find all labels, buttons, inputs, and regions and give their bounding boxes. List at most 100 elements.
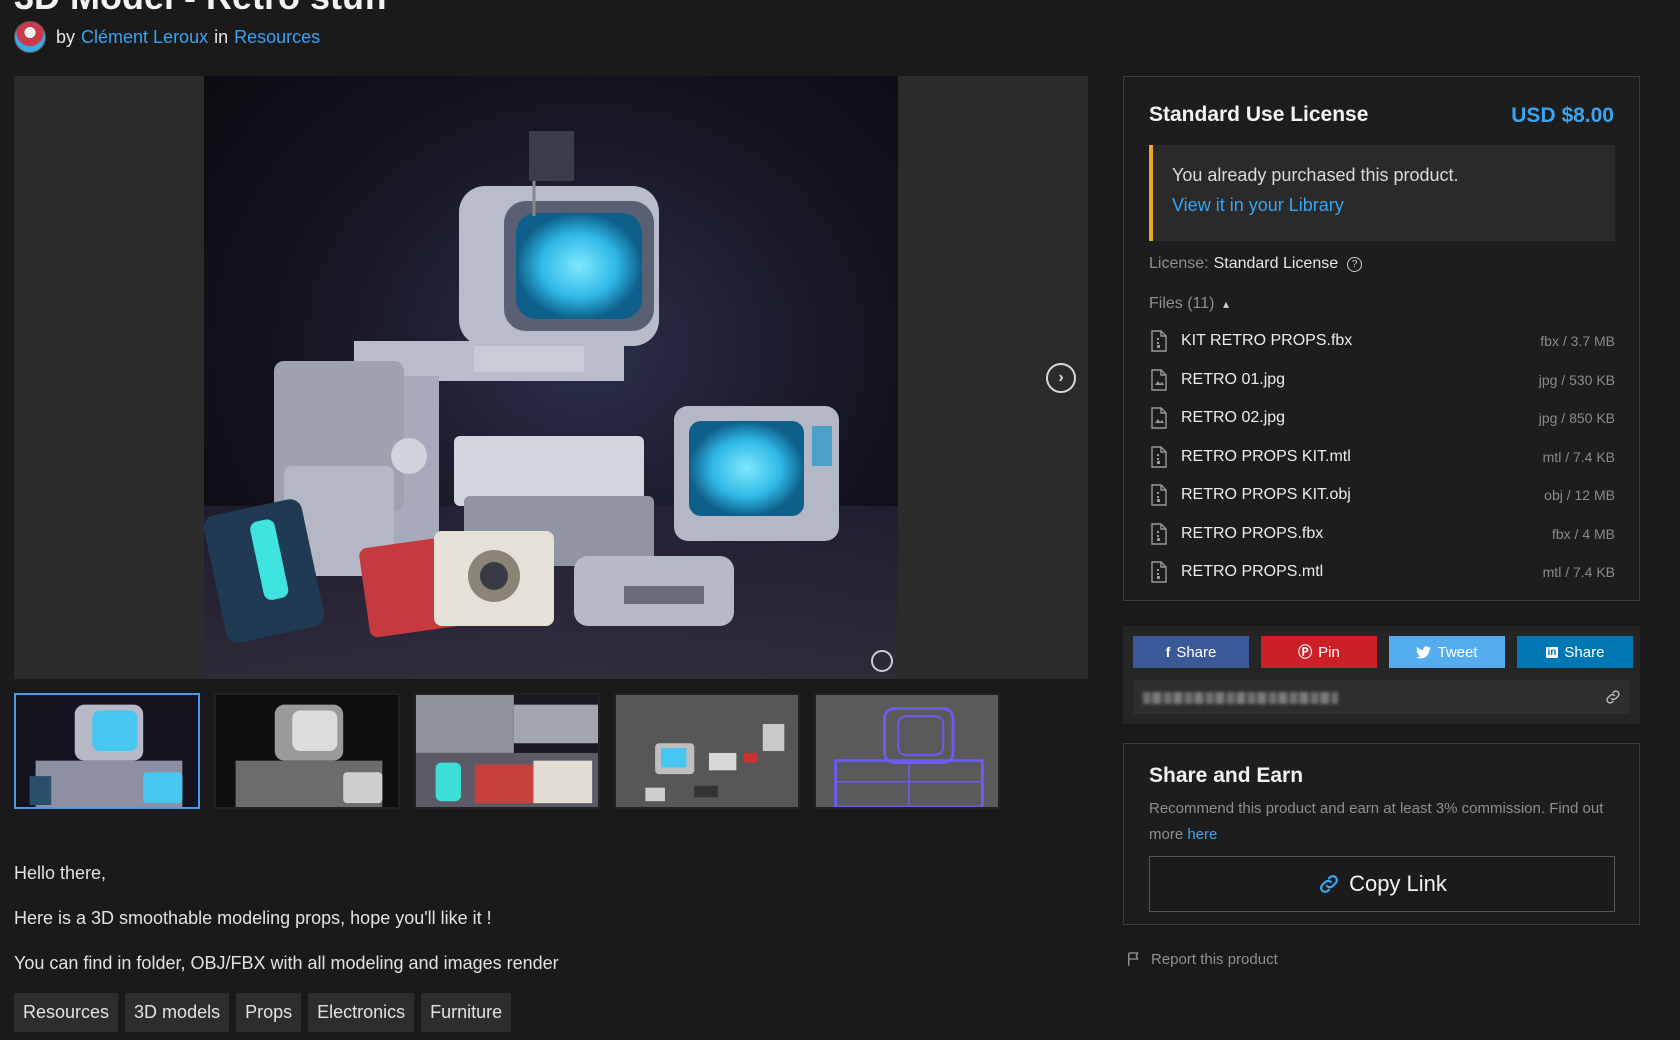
report-label: Report this product xyxy=(1151,950,1278,968)
file-row[interactable]: RETRO PROPS.fbx fbx / 4 MB xyxy=(1149,515,1615,554)
file-row[interactable]: RETRO PROPS KIT.obj obj / 12 MB xyxy=(1149,476,1615,515)
file-row[interactable]: RETRO PROPS KIT.mtl mtl / 7.4 KB xyxy=(1149,438,1615,477)
purchased-text: You already purchased this product. xyxy=(1172,165,1459,185)
license-label: License: xyxy=(1149,255,1209,272)
file-meta: fbx / 4 MB xyxy=(1551,525,1615,542)
image-file-icon xyxy=(1151,407,1167,429)
facebook-icon: f xyxy=(1165,644,1171,660)
chevron-up-icon: ▴ xyxy=(1222,297,1229,311)
file-row[interactable]: KIT RETRO PROPS.fbx fbx / 3.7 MB xyxy=(1149,322,1615,361)
linkedin-icon: in xyxy=(1545,646,1559,658)
page-title: 3D Model - Retro stuff xyxy=(14,0,388,18)
link-icon[interactable] xyxy=(1604,688,1622,706)
link-icon xyxy=(1320,875,1339,893)
library-link[interactable]: View it in your Library xyxy=(1172,195,1344,215)
earn-title: Share and Earn xyxy=(1149,764,1304,787)
share-link-field[interactable] xyxy=(1133,680,1630,714)
report-product-link[interactable]: Report this product xyxy=(1125,950,1278,968)
file-meta: mtl / 7.4 KB xyxy=(1542,448,1615,465)
author-link[interactable]: Clément Leroux xyxy=(81,27,208,48)
blurred-link-text xyxy=(1143,692,1338,704)
thumbnail-3[interactable] xyxy=(414,693,600,809)
thumbnail-1[interactable] xyxy=(14,693,200,809)
image-gallery: › xyxy=(14,76,1088,679)
product-description: Hello there, Here is a 3D smoothable mod… xyxy=(14,860,559,995)
share-buttons: f Share Ⓟ Pin Tweet in Share xyxy=(1133,636,1633,668)
description-paragraph: Hello there, xyxy=(14,863,107,883)
earn-description: Recommend this product and earn at least… xyxy=(1149,796,1619,848)
thumbnail-2[interactable] xyxy=(214,693,400,809)
file-meta: jpg / 850 KB xyxy=(1538,410,1615,427)
file-row[interactable]: RETRO 01.jpg jpg / 530 KB xyxy=(1149,361,1615,400)
next-image-button[interactable]: › xyxy=(1046,363,1076,393)
file-name: RETRO 01.jpg xyxy=(1181,370,1286,388)
pinterest-icon: Ⓟ xyxy=(1298,644,1313,660)
license-type-line: License: Standard License ? xyxy=(1149,255,1363,273)
earn-here-link[interactable]: here xyxy=(1187,826,1217,843)
by-prefix: by xyxy=(56,26,76,47)
tag-resources[interactable]: Resources xyxy=(14,993,119,1032)
byline: by Clément Leroux in Resources xyxy=(14,21,320,53)
tag-furniture[interactable]: Furniture xyxy=(421,993,512,1032)
license-price: USD $8.00 xyxy=(1511,104,1614,127)
thumbnail-4-image xyxy=(616,695,798,807)
file-row[interactable]: RETRO PROPS.mtl mtl / 7.4 KB xyxy=(1149,553,1615,592)
thumbnail-4[interactable] xyxy=(614,693,800,809)
author-avatar[interactable] xyxy=(14,21,46,53)
linkedin-share-button[interactable]: in Share xyxy=(1517,636,1633,668)
file-meta: obj / 12 MB xyxy=(1544,487,1615,504)
file-meta: jpg / 530 KB xyxy=(1538,371,1615,388)
file-icon xyxy=(1151,561,1167,583)
file-icon xyxy=(1151,446,1167,468)
files-toggle[interactable]: Files (11) ▴ xyxy=(1149,295,1229,313)
category-link[interactable]: Resources xyxy=(234,27,320,48)
main-product-image[interactable] xyxy=(204,76,898,679)
license-panel: Standard Use License USD $8.00 You alrea… xyxy=(1123,76,1640,601)
file-icon xyxy=(1151,484,1167,506)
file-name: KIT RETRO PROPS.fbx xyxy=(1181,332,1353,350)
thumbnail-5[interactable] xyxy=(814,693,1000,809)
facebook-share-button[interactable]: f Share xyxy=(1133,636,1249,668)
file-list: KIT RETRO PROPS.fbx fbx / 3.7 MB RETRO 01.… xyxy=(1149,322,1615,592)
file-name: RETRO PROPS.mtl xyxy=(1181,563,1324,581)
purchased-notice: You already purchased this product. View… xyxy=(1149,145,1615,241)
copy-link-label: Copy Link xyxy=(1349,871,1447,896)
tag-electronics[interactable]: Electronics xyxy=(308,993,415,1032)
thumbnail-2-image xyxy=(216,695,398,807)
files-label: Files (11) xyxy=(1149,295,1215,312)
twitter-tweet-button[interactable]: Tweet xyxy=(1389,636,1505,668)
facebook-share-label: Share xyxy=(1176,643,1217,661)
file-row[interactable]: RETRO 02.jpg jpg / 850 KB xyxy=(1149,399,1615,438)
chevron-right-icon: › xyxy=(1058,369,1064,386)
linkedin-share-label: Share xyxy=(1564,643,1605,661)
copy-link-button[interactable]: Copy Link xyxy=(1149,856,1615,912)
description-paragraph: Here is a 3D smoothable modeling props, … xyxy=(14,908,492,928)
license-title: Standard Use License xyxy=(1149,103,1369,126)
in-word: in xyxy=(214,26,229,47)
file-meta: mtl / 7.4 KB xyxy=(1542,564,1615,581)
file-name: RETRO 02.jpg xyxy=(1181,409,1286,427)
pinterest-pin-button[interactable]: Ⓟ Pin xyxy=(1261,636,1377,668)
twitter-icon xyxy=(1416,645,1432,658)
retro-props-render xyxy=(204,131,898,679)
pinterest-pin-label: Pin xyxy=(1318,643,1340,661)
twitter-tweet-label: Tweet xyxy=(1437,643,1478,661)
flag-icon xyxy=(1128,952,1139,966)
image-file-icon xyxy=(1151,369,1167,391)
thumbnail-1-image xyxy=(16,695,198,807)
file-name: RETRO PROPS.fbx xyxy=(1181,524,1324,542)
thumbnail-strip xyxy=(14,693,1000,809)
help-icon[interactable]: ? xyxy=(1347,256,1363,272)
file-icon xyxy=(1151,523,1167,545)
license-value: Standard License xyxy=(1213,255,1339,272)
file-icon xyxy=(1151,330,1167,352)
file-name: RETRO PROPS KIT.mtl xyxy=(1181,447,1351,465)
thumbnail-3-image xyxy=(416,695,598,807)
thumbnail-5-image xyxy=(816,695,998,807)
file-meta: fbx / 3.7 MB xyxy=(1540,333,1615,350)
share-and-earn-panel: Share and Earn Recommend this product an… xyxy=(1123,743,1640,925)
description-paragraph: You can find in folder, OBJ/FBX with all… xyxy=(14,953,559,973)
tag-3d-models[interactable]: 3D models xyxy=(125,993,230,1032)
tag-list: Resources 3D models Props Electronics Fu… xyxy=(14,993,512,1032)
tag-props[interactable]: Props xyxy=(236,993,302,1032)
